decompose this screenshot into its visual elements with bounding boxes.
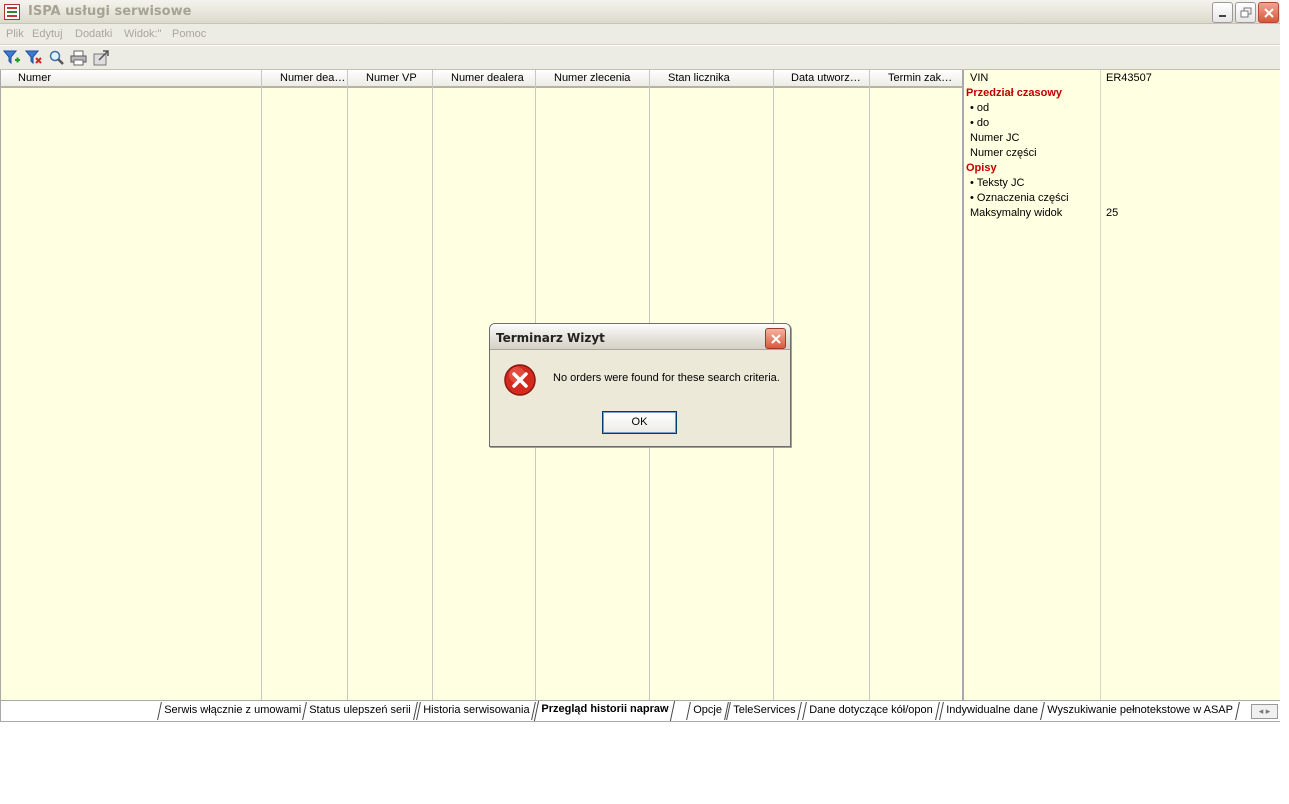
close-icon — [771, 334, 781, 344]
menu-edytuj[interactable]: Edytuj — [32, 28, 63, 40]
filter-add-button[interactable] — [2, 50, 21, 66]
max-view-value[interactable]: 25 — [1106, 207, 1118, 219]
menu-bar: Plik Edytuj Dodatki Widok:" Pomoc — [0, 24, 1280, 45]
results-grid[interactable]: Numer Numer dea… Numer VP Numer dealera … — [0, 70, 962, 700]
part-marks-label: • Oznaczenia części — [970, 192, 1069, 204]
restore-button[interactable] — [1235, 2, 1256, 23]
close-button[interactable] — [1258, 2, 1279, 23]
tab-scroll-buttons[interactable]: ◂ ▸ — [1251, 704, 1278, 719]
export-button[interactable] — [93, 50, 111, 66]
part-number-label: Numer części — [970, 147, 1037, 159]
column-divider[interactable] — [347, 70, 348, 700]
section-przedzial-czasowy[interactable]: Przedział czasowy — [966, 87, 1062, 102]
dialog-close-button[interactable] — [765, 328, 786, 349]
max-view-label: Maksymalny widok — [970, 207, 1063, 219]
filter-remove-icon — [24, 50, 42, 65]
column-header-termin-zakonczenia[interactable]: Termin zak… — [888, 72, 960, 84]
section-opisy[interactable]: Opisy — [966, 162, 997, 177]
column-divider[interactable] — [261, 70, 262, 700]
tab-indywidualne-dane[interactable]: Indywidualne dane — [939, 702, 1045, 720]
dialog-message: No orders were found for these search cr… — [553, 372, 780, 384]
close-icon — [1264, 8, 1274, 18]
column-header-data-utworzenia[interactable]: Data utworz… — [791, 72, 867, 84]
window-title: ISPA usługi serwisowe — [28, 4, 192, 19]
filter-add-icon — [2, 50, 20, 65]
tab-bar: Serwis włącznie z umowami Status ulepsze… — [0, 700, 1280, 722]
print-icon — [70, 50, 87, 66]
tab-serwis-umowy[interactable]: Serwis włącznie z umowami — [157, 702, 308, 720]
column-divider[interactable] — [869, 70, 870, 700]
search-criteria-panel: VIN ER43507 Przedział czasowy • od • do … — [962, 70, 1280, 700]
tab-wyszukiwanie-asap[interactable]: Wyszukiwanie pełnotekstowe w ASAP — [1040, 702, 1240, 720]
to-label: • do — [970, 117, 990, 129]
column-header-stan-licznika[interactable]: Stan licznika — [668, 72, 772, 84]
tab-status-ulepszen[interactable]: Status ulepszeń serii — [302, 702, 418, 720]
ok-button[interactable]: OK — [602, 411, 677, 434]
vin-label: VIN — [970, 72, 989, 84]
export-icon — [93, 50, 109, 66]
tab-opcje[interactable]: Opcje — [686, 702, 729, 720]
property-divider[interactable] — [1100, 70, 1101, 700]
column-divider[interactable] — [432, 70, 433, 700]
column-header-numer[interactable]: Numer — [18, 72, 258, 84]
column-header-numer-zlecenia[interactable]: Numer zlecenia — [554, 72, 648, 84]
dialog-title-bar[interactable]: Terminarz Wizyt — [490, 324, 790, 350]
minimize-button[interactable] — [1212, 2, 1233, 23]
menu-dodatki[interactable]: Dodatki — [75, 28, 112, 40]
jc-texts-label: • Teksty JC — [970, 177, 1025, 189]
jc-number-label: Numer JC — [970, 132, 1020, 144]
restore-icon — [1240, 7, 1252, 18]
menu-plik[interactable]: Plik — [6, 28, 24, 40]
tab-teleservices[interactable]: TeleServices — [726, 702, 803, 720]
error-dialog: Terminarz Wizyt No orders were found for… — [489, 323, 791, 447]
minimize-icon — [1219, 15, 1226, 17]
print-button[interactable] — [70, 50, 88, 66]
dialog-title: Terminarz Wizyt — [496, 331, 605, 345]
search-button[interactable] — [48, 50, 66, 66]
search-icon — [49, 50, 64, 65]
toolbar — [0, 46, 1280, 70]
column-header-numer-vp[interactable]: Numer VP — [366, 72, 430, 84]
column-header-numer-dealera[interactable]: Numer dealera — [451, 72, 533, 84]
vin-value[interactable]: ER43507 — [1106, 72, 1152, 84]
from-label: • od — [970, 102, 990, 114]
column-header-numer-dealera-short[interactable]: Numer dea… — [280, 72, 346, 84]
menu-pomoc[interactable]: Pomoc — [172, 28, 206, 40]
grid-header: Numer Numer dea… Numer VP Numer dealera … — [1, 70, 962, 88]
error-icon — [504, 364, 536, 396]
tab-dane-kol-opon[interactable]: Dane dotyczące kół/opon — [802, 702, 940, 720]
filter-remove-button[interactable] — [24, 50, 43, 66]
tab-przeglad-historii-napraw[interactable]: Przegląd historii napraw — [533, 701, 676, 721]
tab-historia-serwisowania[interactable]: Historia serwisowania — [416, 702, 537, 720]
menu-widok[interactable]: Widok:" — [124, 28, 162, 40]
app-icon[interactable] — [4, 4, 20, 20]
title-bar: ISPA usługi serwisowe — [0, 0, 1280, 24]
